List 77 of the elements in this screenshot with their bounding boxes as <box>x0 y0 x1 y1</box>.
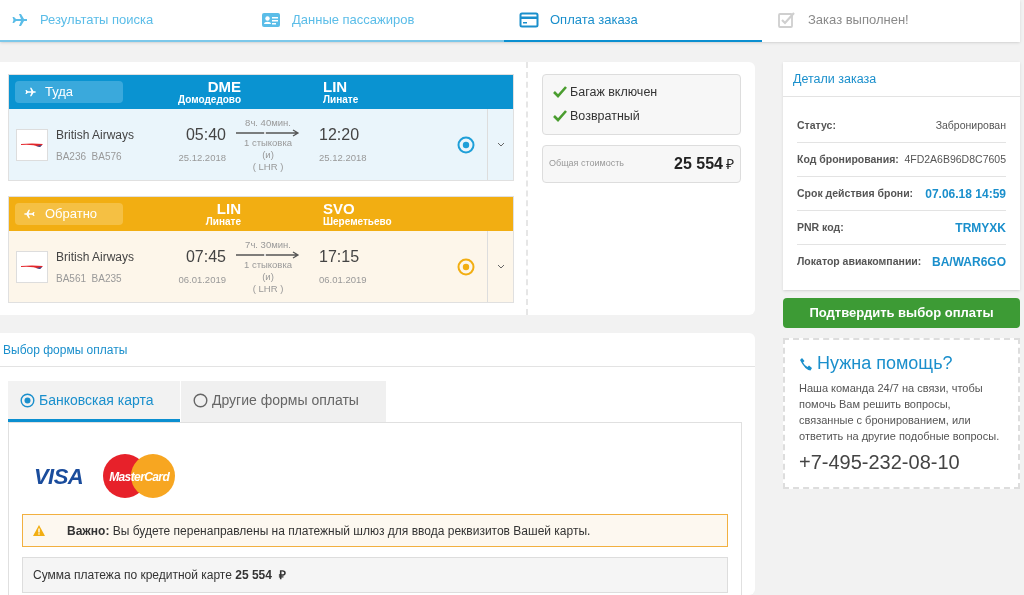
route-arrow-icon <box>236 250 300 259</box>
id-card-icon <box>260 10 282 30</box>
arrival-date: 06.01.2019 <box>319 273 368 288</box>
detail-value: 07.06.18 14:59 <box>925 185 1006 203</box>
direction-label: Обратно <box>15 203 123 225</box>
stop-airport: ( LHR ) <box>252 160 284 173</box>
help-text: Наша команда 24/7 на связи, чтобы помочь Вам решить вопросы, связанные с бронированием, или ответить на другие подобные вопросы. <box>799 381 1001 444</box>
help-title: Нужна помощь? <box>817 352 953 375</box>
detail-label: Срок действия брони: <box>797 185 914 201</box>
detail-value: BA/WAR6GO <box>932 254 1006 271</box>
payment-tab[interactable]: Другие формы оплаты <box>181 381 386 422</box>
progress-step[interactable]: Заказ выполнен! <box>762 0 1020 42</box>
stop-airport: ( LHR ) <box>252 282 284 295</box>
progress-step[interactable]: Данные пассажиров <box>252 0 504 42</box>
panel-title: Детали заказа <box>783 62 1020 97</box>
flight-duration: 8ч. 40мин. <box>245 116 291 129</box>
arrival-date: 25.12.2018 <box>319 151 368 166</box>
departure-time: 07:45 <box>185 247 226 268</box>
phone-icon <box>799 356 813 371</box>
section-title: Выбор формы оплаты <box>0 333 755 367</box>
airline-logo <box>16 128 48 161</box>
airline-name: British Airways <box>56 248 136 266</box>
airline-logo <box>16 250 48 283</box>
airline-name: British Airways <box>56 126 136 144</box>
arrival-time: 17:15 <box>319 247 361 268</box>
radio-button[interactable] <box>457 135 475 154</box>
stops-separator: (и) <box>262 270 274 283</box>
checkbox-icon <box>776 10 798 30</box>
departure-time: 05:40 <box>185 125 226 146</box>
radio-button[interactable] <box>457 257 475 276</box>
payment-tab[interactable]: Банковская карта <box>8 381 180 422</box>
flight-numbers: BA236 BA576 <box>56 149 123 164</box>
progress-step[interactable]: Оплата заказа <box>504 0 762 42</box>
expand-chevron-icon[interactable] <box>496 264 505 269</box>
radio-icon <box>193 392 208 408</box>
payment-sum-text: Сумма платежа по кредитной карте 25 554 ₽ <box>33 567 286 584</box>
airport-code: LIN <box>216 201 241 216</box>
route-arrow-icon <box>236 128 300 137</box>
direction-label: Туда <box>15 81 123 103</box>
plane-icon <box>23 207 37 221</box>
stops-count: 1 стыковка <box>243 136 293 149</box>
airport-name: Линате <box>205 217 241 227</box>
stops-separator: (и) <box>262 148 274 161</box>
credit-card-icon <box>518 10 540 30</box>
detail-label: Статус: <box>797 117 836 133</box>
airport-code: LIN <box>323 79 348 94</box>
departure-date: 06.01.2019 <box>178 273 226 288</box>
plane-icon <box>23 85 37 99</box>
expand-chevron-icon[interactable] <box>496 142 505 147</box>
detail-label: Код бронирования: <box>797 151 899 167</box>
confirm-payment-button[interactable]: Подтвердить выбор оплаты <box>783 298 1020 328</box>
detail-value: TRMYXK <box>955 219 1006 237</box>
airport-name: Шереметьево <box>323 217 392 227</box>
feature-label: Возвратный <box>570 107 640 125</box>
phone-number: +7-495-232-08-10 <box>799 450 961 475</box>
warning-icon <box>33 525 45 536</box>
arrival-time: 12:20 <box>319 125 361 146</box>
airport-code: DME <box>207 79 241 94</box>
detail-label: Локатор авиакомпании: <box>797 254 922 270</box>
flight-duration: 7ч. 30мин. <box>245 238 291 251</box>
total-label: Общая стоимость <box>549 156 624 170</box>
airport-name: Линате <box>323 95 359 105</box>
detail-value: Забронирован <box>935 117 1006 133</box>
warning-text: Важно: Вы будете перенаправлены на платежный шлюз для ввода реквизитов Вашей карты. <box>67 522 591 540</box>
flight-numbers: BA561 BA235 <box>56 271 123 286</box>
radio-icon <box>20 392 35 408</box>
airport-name: Домодедово <box>178 95 241 105</box>
progress-step[interactable]: Результаты поиска <box>0 0 252 42</box>
airport-code: SVO <box>323 201 355 216</box>
total-amount: 25 554 <box>674 153 723 174</box>
currency-sign: ₽ <box>726 154 734 174</box>
detail-value: 4FD2A6B96D8C7605 <box>904 151 1006 167</box>
feature-label: Багаж включен <box>570 84 658 101</box>
departure-date: 25.12.2018 <box>178 151 226 166</box>
detail-label: PNR код: <box>797 219 844 235</box>
stops-count: 1 стыковка <box>243 258 293 271</box>
visa-logo: VISA <box>34 462 84 491</box>
